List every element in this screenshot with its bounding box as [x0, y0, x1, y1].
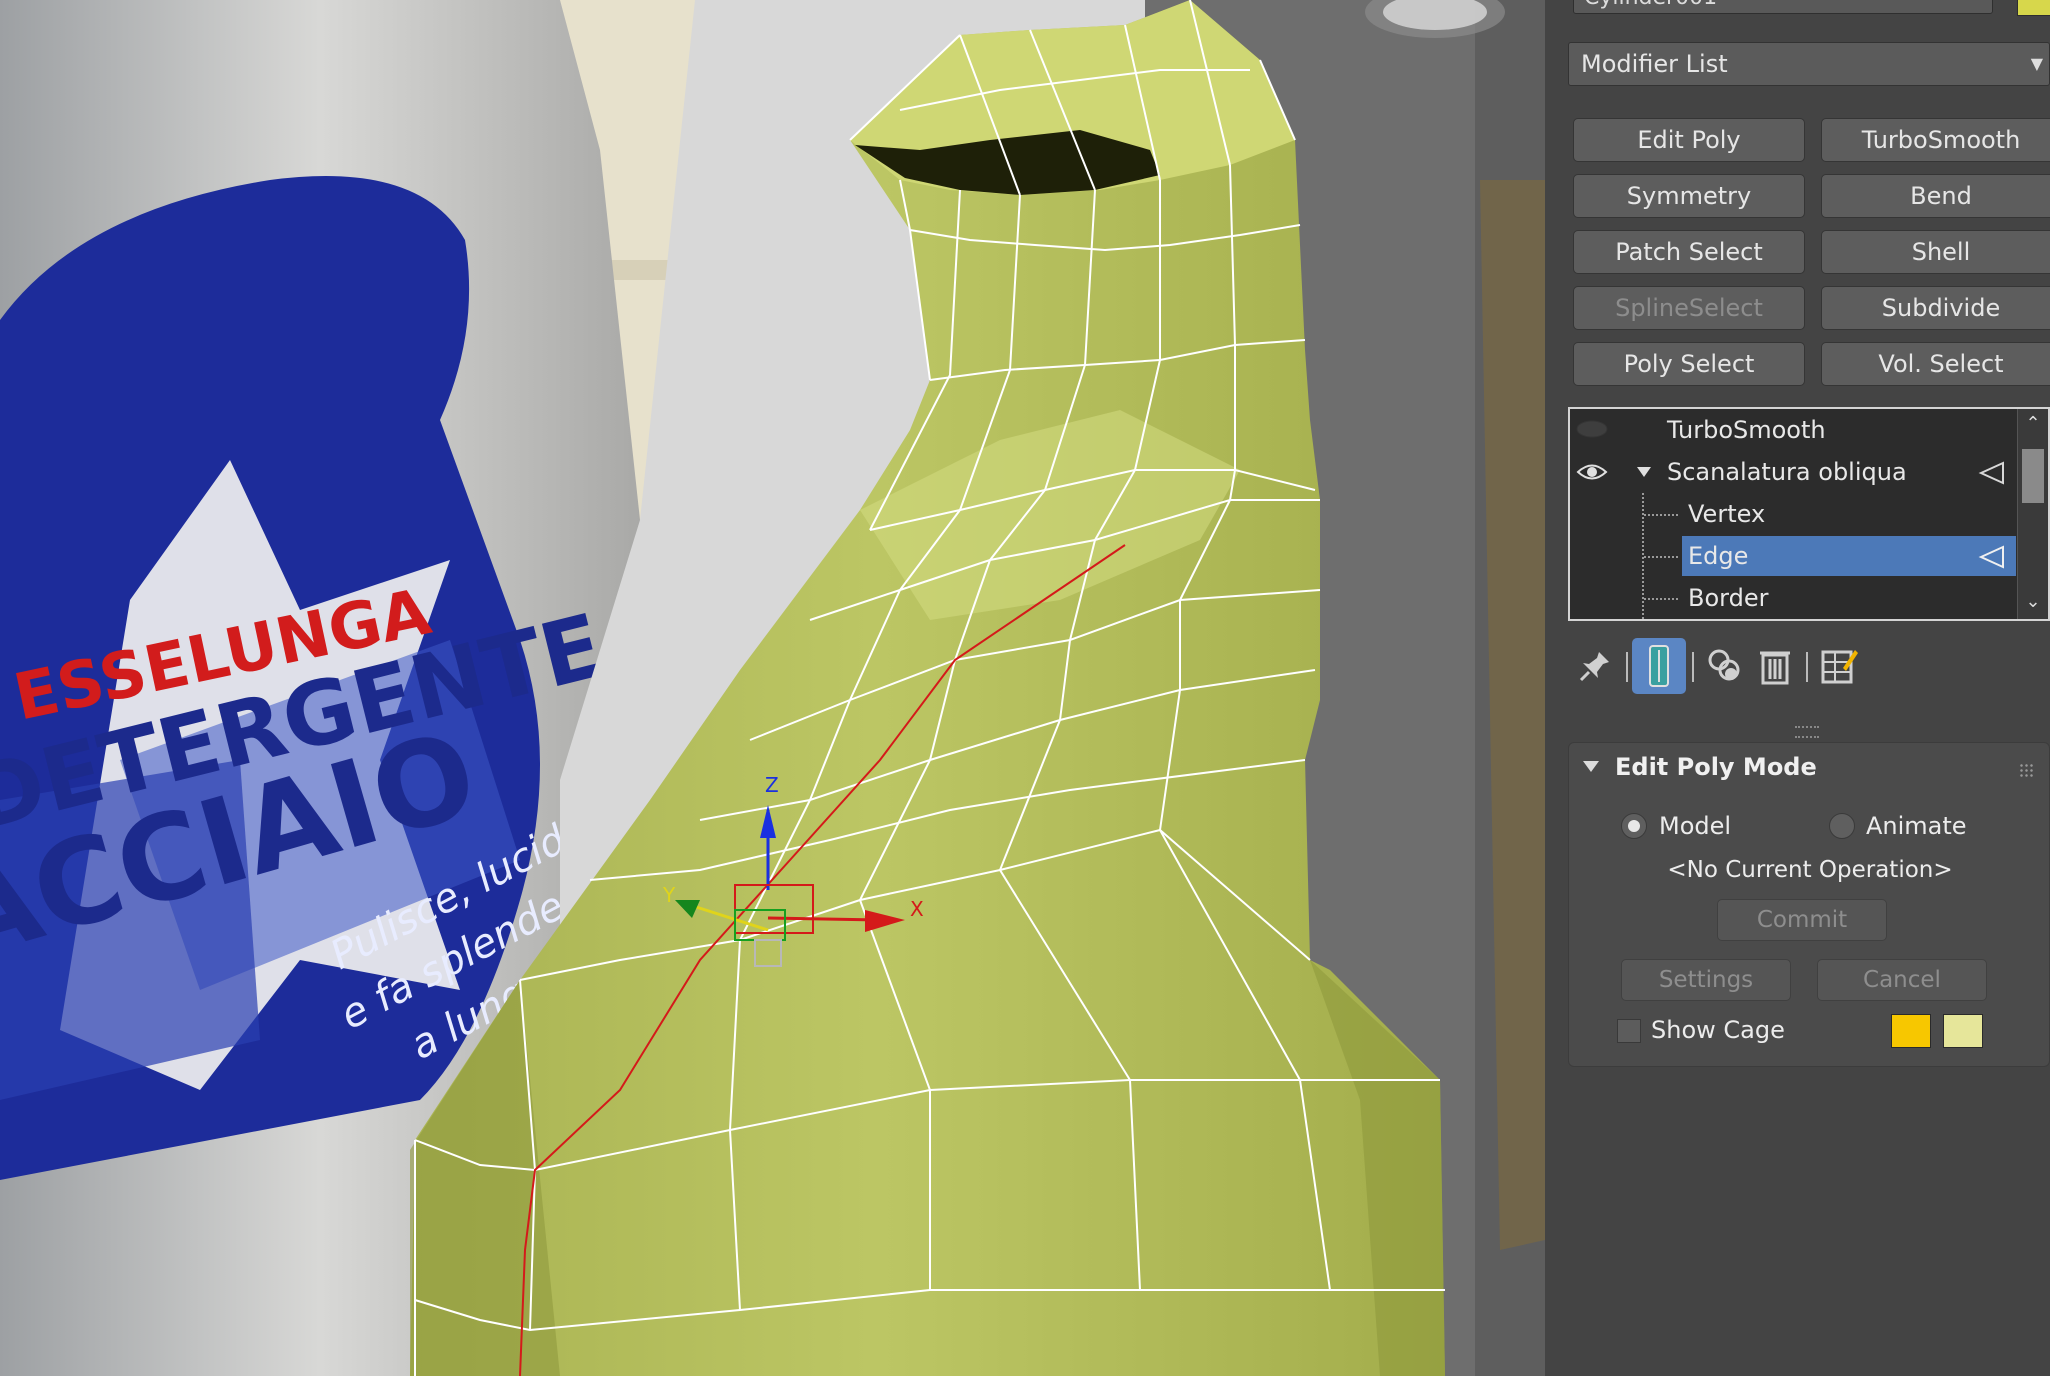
stack-subitem-vertex[interactable]: Vertex	[1570, 493, 2018, 535]
stack-item-label: TurboSmooth	[1667, 416, 1826, 444]
radio-animate[interactable]	[1829, 813, 1855, 839]
stack-item-edit-poly[interactable]: Scanalatura obliqua	[1570, 451, 2018, 493]
make-unique-icon[interactable]	[1698, 638, 1752, 694]
radio-model-label[interactable]: Model	[1659, 812, 1731, 840]
chevron-down-icon[interactable]: ⌄	[2018, 587, 2048, 617]
gizmo-z-label: Z	[765, 773, 779, 797]
stack-item-label: Edge	[1688, 542, 1749, 570]
symmetry-button[interactable]: Symmetry	[1573, 174, 1805, 218]
expand-triangle-icon[interactable]	[1636, 465, 1652, 479]
stack-item-turbosmooth[interactable]: TurboSmooth	[1570, 409, 2018, 451]
configure-modifier-sets-icon[interactable]	[1812, 638, 1866, 694]
cage-selected-color-swatch[interactable]	[1943, 1014, 1983, 1048]
bend-button[interactable]: Bend	[1821, 174, 2050, 218]
stack-scrollbar[interactable]: ⌃ ⌄	[2017, 409, 2048, 619]
show-end-result-icon[interactable]	[1632, 638, 1686, 694]
chevron-up-icon[interactable]: ⌃	[2018, 409, 2048, 439]
radio-model[interactable]	[1621, 813, 1647, 839]
patch-select-button[interactable]: Patch Select	[1573, 230, 1805, 274]
eye-icon-disabled[interactable]	[1576, 419, 1608, 439]
show-cage-checkbox[interactable]	[1617, 1019, 1641, 1043]
show-cage-label[interactable]: Show Cage	[1651, 1016, 1785, 1044]
stack-item-label: Scanalatura obliqua	[1667, 458, 1907, 486]
object-color-swatch[interactable]	[2017, 0, 2050, 16]
gizmo-y-label: Y	[662, 883, 676, 907]
viewport-scene: ESSELUNGA DETERGENTE ACCIAIO Pulisce, lu…	[0, 0, 1545, 1376]
stack-toolbar	[1568, 638, 2050, 694]
shell-button[interactable]: Shell	[1821, 230, 2050, 274]
collapse-triangle-icon[interactable]	[1583, 761, 1599, 772]
radio-animate-label[interactable]: Animate	[1866, 812, 1967, 840]
settings-button[interactable]: Settings	[1621, 959, 1791, 1001]
current-operation-label: <No Current Operation>	[1667, 857, 1953, 883]
object-name-field[interactable]: Cylinder001	[1573, 0, 1993, 14]
edit-poly-button[interactable]: Edit Poly	[1573, 118, 1805, 162]
cancel-button[interactable]: Cancel	[1817, 959, 1987, 1001]
chevron-down-icon: ▼	[2030, 54, 2043, 73]
modifier-stack[interactable]: TurboSmooth Scanalatura obliqua Vertex E…	[1568, 407, 2050, 621]
command-panel: Cylinder001 Modifier List ▼ Edit Poly Tur…	[1545, 0, 2050, 1376]
gizmo-x-label: X	[910, 897, 924, 921]
subobject-highlight-icon	[1978, 461, 2004, 485]
poly-select-button[interactable]: Poly Select	[1573, 342, 1805, 386]
stack-subitem-edge[interactable]: Edge	[1570, 535, 2018, 577]
remove-modifier-icon[interactable]	[1748, 638, 1802, 694]
vol-select-button[interactable]: Vol. Select	[1821, 342, 2050, 386]
rollout-grip-icon[interactable]	[2019, 763, 2035, 779]
stack-subitem-border[interactable]: Border	[1570, 577, 2018, 619]
scrollbar-thumb[interactable]	[2022, 449, 2044, 503]
cage-color-swatch[interactable]	[1891, 1014, 1931, 1048]
modifier-list-label: Modifier List	[1581, 50, 1728, 78]
eye-icon[interactable]	[1576, 461, 1608, 483]
edit-poly-mode-rollout: Edit Poly Mode Model Animate <No Current…	[1568, 742, 2050, 1067]
viewport[interactable]: ESSELUNGA DETERGENTE ACCIAIO Pulisce, lu…	[0, 0, 1545, 1376]
modifier-list-dropdown[interactable]: Modifier List ▼	[1568, 42, 2050, 86]
subdivide-button[interactable]: Subdivide	[1821, 286, 2050, 330]
stack-item-label: Vertex	[1688, 500, 1766, 528]
pin-stack-icon[interactable]	[1568, 638, 1622, 694]
subobject-highlight-icon	[1978, 545, 2004, 569]
splineselect-button[interactable]: SplineSelect	[1573, 286, 1805, 330]
panel-splitter[interactable]	[1795, 726, 1819, 738]
commit-button[interactable]: Commit	[1717, 899, 1887, 941]
stack-item-label: Border	[1688, 584, 1769, 612]
rollout-title[interactable]: Edit Poly Mode	[1615, 753, 1817, 781]
turbosmooth-button[interactable]: TurboSmooth	[1821, 118, 2050, 162]
